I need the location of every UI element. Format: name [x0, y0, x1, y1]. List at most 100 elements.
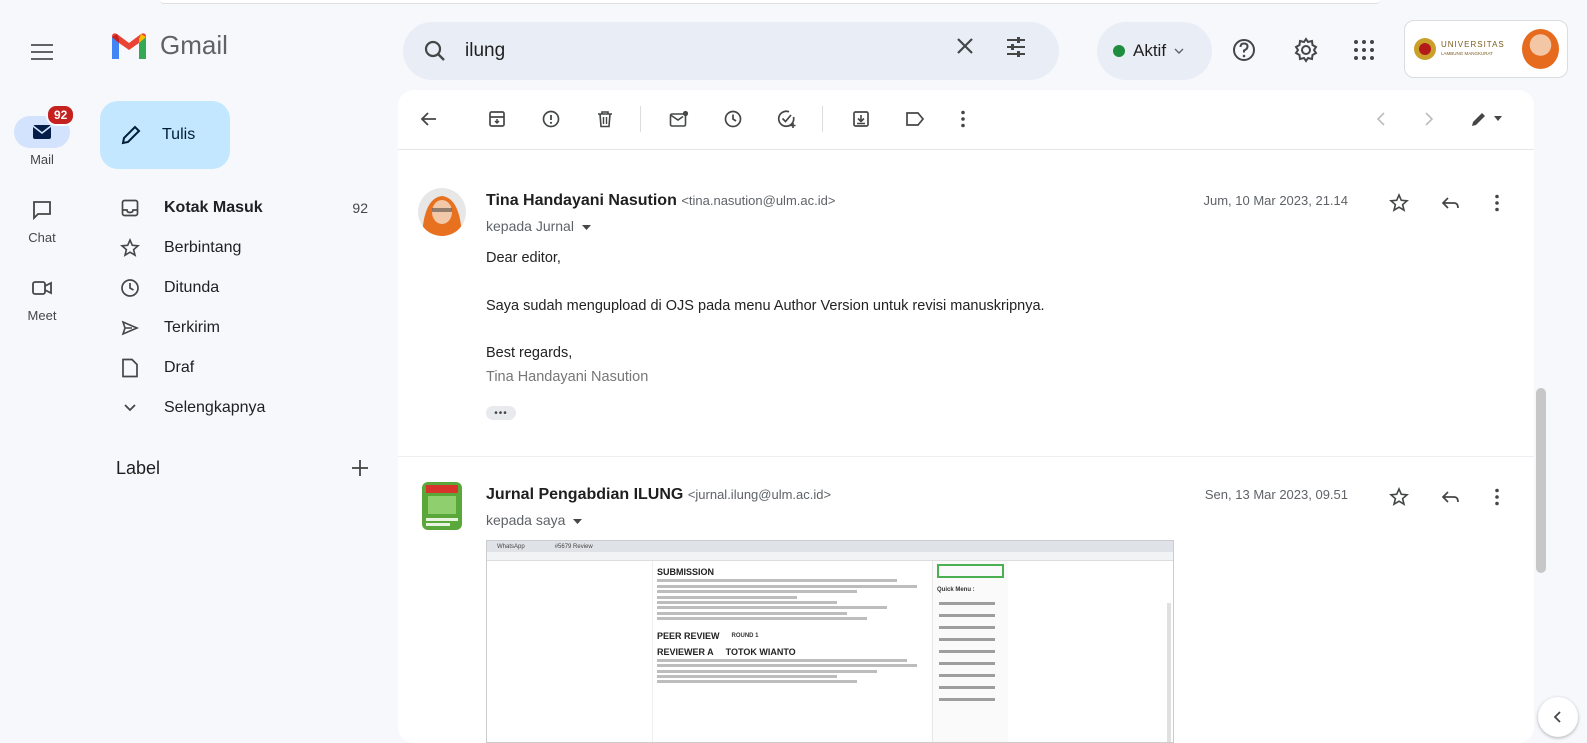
- embed-scrollbar: [1167, 603, 1171, 742]
- rail-chat[interactable]: Chat: [0, 194, 84, 245]
- gear-icon: [1294, 37, 1318, 63]
- embed-round: ROUND 1: [731, 632, 759, 639]
- back-button[interactable]: [416, 106, 442, 132]
- message-divider: [398, 456, 1534, 457]
- sender-email: <jurnal.ilung@ulm.ac.id>: [687, 487, 832, 502]
- help-icon: [1233, 39, 1255, 61]
- arrow-left-icon: [420, 112, 436, 126]
- star-button[interactable]: [1388, 192, 1410, 214]
- inbox-icon: [120, 198, 140, 218]
- nav-item-label: Terkirim: [164, 319, 220, 336]
- message-date: Jum, 10 Mar 2023, 21.14: [1203, 193, 1348, 208]
- chevron-right-icon: [1425, 112, 1434, 126]
- rail-meet-label: Meet: [27, 308, 57, 323]
- search-icon[interactable]: [423, 39, 447, 63]
- chat-icon: [33, 201, 51, 220]
- add-task-button[interactable]: [774, 106, 800, 132]
- show-trimmed-button[interactable]: •••: [486, 406, 516, 420]
- embed-heading: SUBMISSION: [657, 567, 715, 577]
- embed-sidebar: Quick Menu :: [932, 561, 1008, 742]
- labels-heading: Label: [116, 458, 161, 478]
- main-menu-button[interactable]: [22, 32, 62, 72]
- recipient-details[interactable]: kepada saya: [486, 512, 583, 528]
- side-panel-toggle[interactable]: [1538, 697, 1578, 737]
- nav-item-label: Selengkapnya: [164, 399, 266, 416]
- embed-heading: PEER REVIEW: [657, 630, 720, 641]
- delete-button[interactable]: [592, 106, 618, 132]
- plus-icon: [352, 460, 368, 476]
- body-line: Saya sudah mengupload di OJS pada menu A…: [486, 298, 1045, 314]
- rail-mail[interactable]: 92 Mail: [0, 104, 84, 167]
- body-line: Best regards,: [486, 345, 573, 361]
- message-more-button[interactable]: [1486, 192, 1508, 214]
- inline-image-attachment[interactable]: WhatsApp #5679 Review SUBMISSION PEER RE…: [486, 540, 1174, 743]
- sender-email: <tina.nasution@ulm.ac.id>: [681, 193, 836, 208]
- sender-avatar[interactable]: [418, 188, 466, 236]
- gmail-logo[interactable]: Gmail: [110, 30, 228, 61]
- star-icon: [1389, 487, 1409, 506]
- search-options-button[interactable]: [1005, 36, 1027, 63]
- nav-item-starred[interactable]: Berbintang: [100, 228, 388, 268]
- nav-item-more[interactable]: Selengkapnya: [100, 388, 388, 428]
- nav-item-inbox[interactable]: Kotak Masuk 92: [100, 188, 388, 228]
- message-view: Tina Handayani Nasution <tina.nasution@u…: [398, 90, 1534, 743]
- report-spam-button[interactable]: [538, 106, 564, 132]
- account-switcher[interactable]: UNIVERSITAS LAMBUNG MANGKURAT: [1404, 20, 1568, 78]
- help-button[interactable]: [1230, 36, 1258, 64]
- nav-item-label: Berbintang: [164, 239, 242, 256]
- journal-cover-icon: [422, 482, 462, 530]
- chevron-down-icon: [120, 398, 140, 418]
- nav-item-drafts[interactable]: Draf: [100, 348, 388, 388]
- snooze-button[interactable]: [720, 106, 746, 132]
- rail-mail-label: Mail: [30, 152, 54, 167]
- recipient-details[interactable]: kepada Jurnal: [486, 218, 591, 234]
- account-avatar[interactable]: [1521, 29, 1559, 69]
- reply-button[interactable]: [1440, 486, 1462, 508]
- signature: Tina Handayani Nasution: [486, 369, 649, 385]
- rail-meet[interactable]: Meet: [0, 272, 84, 323]
- nav-item-sent[interactable]: Terkirim: [100, 308, 388, 348]
- nav-item-snoozed[interactable]: Ditunda: [100, 268, 388, 308]
- recipient-label: kepada saya: [486, 512, 566, 528]
- add-label-button[interactable]: [350, 458, 370, 483]
- move-to-button[interactable]: [848, 106, 874, 132]
- embed-reviewer: TOTOK WIANTO: [725, 646, 796, 657]
- compose-button[interactable]: Tulis: [100, 101, 230, 169]
- toolbar-divider: [822, 106, 823, 132]
- message-scrollbar[interactable]: [1536, 388, 1546, 573]
- compose-label: Tulis: [162, 126, 196, 143]
- next-message-button[interactable]: [1416, 106, 1442, 132]
- inbox-count: 92: [352, 200, 368, 216]
- rail-chat-pill: [14, 194, 70, 226]
- prev-message-button[interactable]: [1368, 106, 1394, 132]
- clear-search-button[interactable]: [955, 36, 975, 61]
- apps-button[interactable]: [1350, 36, 1378, 64]
- rail-meet-pill: [14, 272, 70, 304]
- sender-name: Jurnal Pengabdian ILUNG: [486, 486, 684, 503]
- university-seal-icon: [1414, 38, 1436, 60]
- label-button[interactable]: [902, 106, 928, 132]
- tune-icon: [1007, 37, 1025, 57]
- video-icon: [32, 281, 52, 295]
- archive-button[interactable]: [484, 106, 510, 132]
- search-input[interactable]: ilung: [465, 40, 505, 62]
- settings-button[interactable]: [1292, 36, 1320, 64]
- status-chip[interactable]: Aktif: [1097, 22, 1212, 80]
- message-more-button[interactable]: [1486, 486, 1508, 508]
- nav-item-label: Kotak Masuk: [164, 199, 263, 216]
- embed-address-bar: [487, 552, 1173, 561]
- sender-avatar[interactable]: [422, 482, 462, 530]
- spam-icon: [542, 110, 560, 128]
- mark-unread-button[interactable]: [666, 106, 692, 132]
- rail-mail-pill: 92: [14, 104, 76, 148]
- more-vert-icon: [1495, 488, 1499, 506]
- sender-line: Tina Handayani Nasution <tina.nasution@u…: [486, 192, 835, 210]
- input-tools-button[interactable]: [1464, 106, 1508, 132]
- close-icon: [957, 38, 973, 54]
- star-button[interactable]: [1388, 486, 1410, 508]
- app-name: Gmail: [160, 30, 228, 60]
- sender-line: Jurnal Pengabdian ILUNG <jurnal.ilung@ul…: [486, 486, 831, 504]
- reply-button[interactable]: [1440, 192, 1462, 214]
- mail-unread-badge: 92: [46, 104, 76, 126]
- more-actions-button[interactable]: [950, 106, 976, 132]
